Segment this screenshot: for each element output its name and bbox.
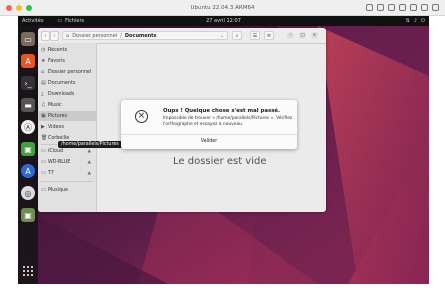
dock-settings-icon[interactable]: Ⓐ — [21, 120, 35, 134]
sidebar-tooltip: /home/parallels/Pictures — [58, 141, 122, 148]
back-button[interactable]: ‹ — [41, 31, 50, 41]
dock-trash-icon[interactable]: ▣ — [21, 208, 35, 222]
files-header-bar: ‹ › ⌂ Dossier personnel / Documents ⌄ ⌕ … — [38, 28, 326, 44]
maximize-button[interactable]: □ — [299, 32, 306, 39]
chevron-down-icon[interactable]: ⌄ — [220, 33, 224, 39]
host-titlebar: Ubuntu 22.04.3 ARM64 — [0, 0, 445, 16]
breadcrumb-separator: / — [120, 32, 122, 39]
dock-green-app-icon[interactable]: ▣ — [21, 142, 35, 156]
menu-icon[interactable]: ≡ — [264, 31, 274, 40]
dialog-message: Impossible de trouver « /home/parallels/… — [163, 116, 293, 127]
dock-terminal-icon[interactable]: ›_ — [21, 76, 35, 90]
share-icon[interactable] — [410, 4, 417, 11]
minimize-button[interactable]: – — [287, 32, 294, 39]
camera-icon[interactable] — [377, 4, 384, 11]
dock-disc-icon[interactable]: ◎ — [21, 186, 35, 200]
power-icon: ⏻ — [421, 18, 425, 24]
dock: ▭ A ›_ ▬ Ⓐ ▣ A ◎ ▣ — [18, 26, 38, 284]
usb-icon[interactable] — [388, 4, 395, 11]
ubuntu-desktop: Activités ▭ Fichiers 27 avril 12:07 ⇅ ♪ … — [18, 16, 429, 284]
error-icon: × — [135, 110, 148, 123]
system-tray[interactable]: ⇅ ♪ ⏻ — [406, 18, 425, 24]
dock-files-icon[interactable]: ▭ — [21, 32, 35, 46]
network-icon: ⇅ — [405, 18, 410, 24]
forward-button[interactable]: › — [50, 31, 59, 41]
show-apps-icon[interactable] — [23, 266, 33, 276]
breadcrumb-current[interactable]: Documents — [125, 33, 157, 39]
validate-button[interactable]: Valider — [121, 135, 297, 149]
path-bar[interactable]: ⌂ Dossier personnel / Documents ⌄ — [62, 31, 228, 40]
dock-app-icon[interactable]: ▬ — [21, 98, 35, 112]
dock-store-icon[interactable]: A — [21, 164, 35, 178]
files-window: ‹ › ⌂ Dossier personnel / Documents ⌄ ⌕ … — [38, 28, 326, 212]
gnome-top-bar: Activités ▭ Fichiers 27 avril 12:07 ⇅ ♪ … — [18, 16, 429, 26]
speaker-icon: ♪ — [413, 18, 418, 24]
host-toolbar-icons — [366, 4, 439, 11]
home-icon: ⌂ — [66, 32, 70, 39]
search-icon[interactable]: ⌕ — [232, 31, 242, 40]
clock[interactable]: 27 avril 12:07 — [18, 18, 429, 24]
breadcrumb-home[interactable]: Dossier personnel — [72, 33, 117, 39]
keyboard-icon[interactable] — [366, 4, 373, 11]
error-dialog: × Oups ! Quelque chose s'est mal passé. … — [121, 100, 297, 149]
settings-icon[interactable] — [399, 4, 406, 11]
dock-software-icon[interactable]: A — [21, 54, 35, 68]
view-list-icon[interactable]: ☰ — [250, 31, 260, 40]
lock-icon[interactable] — [432, 4, 439, 11]
volume-icon[interactable] — [421, 4, 428, 11]
close-button[interactable]: × — [311, 32, 318, 39]
dialog-title: Oups ! Quelque chose s'est mal passé. — [163, 108, 281, 114]
